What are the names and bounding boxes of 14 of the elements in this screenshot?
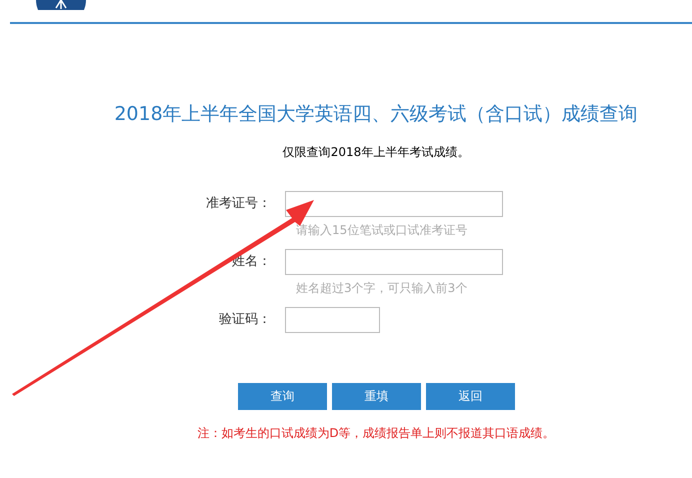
field-hint: 请输入15位笔试或口试准考证号	[296, 222, 468, 238]
field-label: 准考证号：	[205, 194, 272, 213]
field-hint: 姓名超过3个字，可只输入前3个	[296, 280, 468, 296]
form-button[interactable]: 重填	[332, 382, 421, 410]
field-label: 验证码：	[218, 310, 272, 329]
note-text: 注：如考生的口试成绩为D等，成绩报告单上则不报道其口语成绩。	[196, 424, 556, 442]
logo-icon	[36, 0, 86, 10]
form-button[interactable]: 返回	[426, 382, 515, 410]
input-field[interactable]	[285, 248, 503, 274]
form-button[interactable]: 查询	[238, 382, 327, 410]
page-title: 2018年上半年全国大学英语四、六级考试（含口试）成绩查询	[113, 102, 639, 127]
input-field[interactable]	[285, 190, 503, 216]
input-field[interactable]	[285, 306, 380, 332]
subtitle: 仅限查询2018年上半年考试成绩。	[282, 144, 470, 160]
